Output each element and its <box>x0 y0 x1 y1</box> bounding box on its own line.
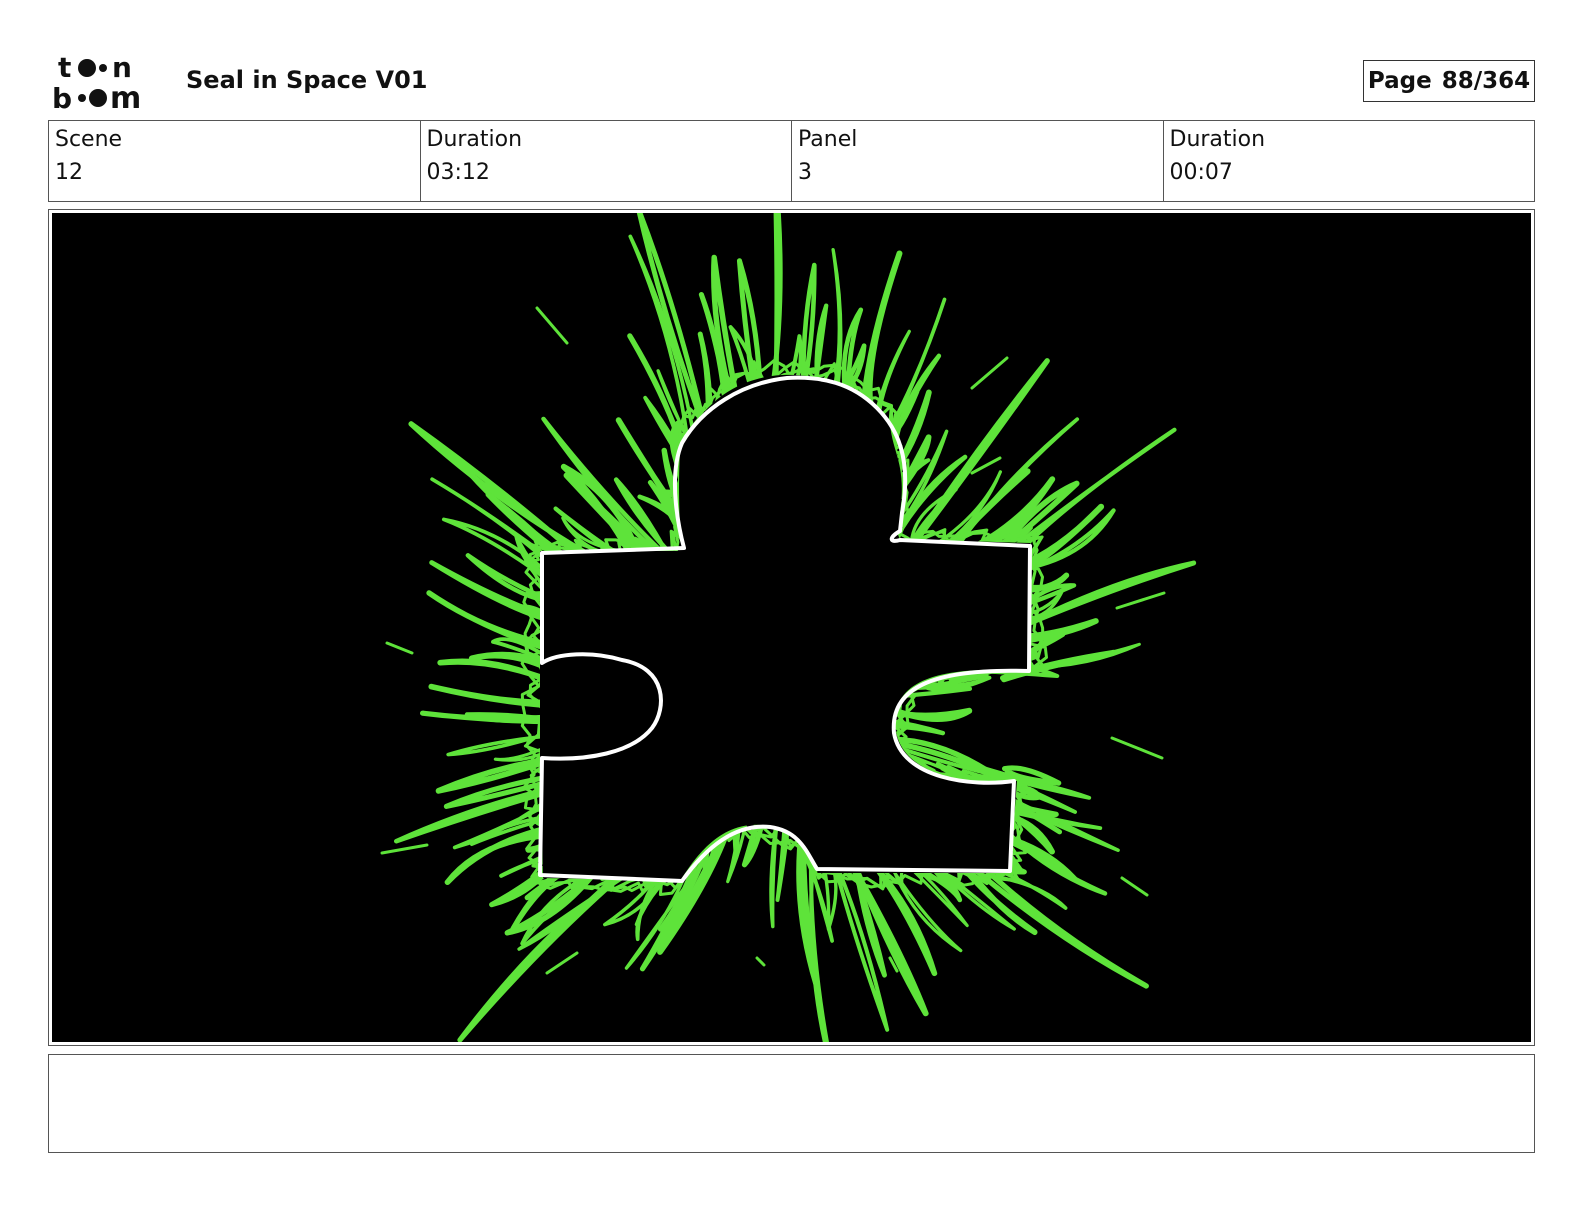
panel-duration-label: Duration <box>1169 127 1266 152</box>
scene-cell: Scene 12 <box>49 121 421 201</box>
glow-dash <box>970 356 1009 390</box>
puzzle-piece-outline <box>540 374 1030 881</box>
panel-notes <box>48 1054 1535 1153</box>
panel-duration-value: 00:07 <box>1169 160 1233 185</box>
glow-dash <box>545 951 579 975</box>
scene-info-table: Scene 12 Duration 03:12 Panel 3 Duration… <box>48 120 1535 202</box>
scene-duration-cell: Duration 03:12 <box>421 121 792 201</box>
glow-dash <box>1110 736 1164 760</box>
storyboard-panel <box>48 209 1535 1046</box>
puzzle-piece-drawing <box>380 213 1197 1042</box>
svg-text:m: m <box>110 81 141 112</box>
toonboom-logo: t n b m <box>52 52 164 112</box>
page-number: 88/364 <box>1441 68 1531 94</box>
scene-label: Scene <box>55 127 123 152</box>
page-indicator: Page 88/364 <box>1363 60 1535 102</box>
panel-label: Panel <box>798 127 858 152</box>
scene-duration-value: 03:12 <box>426 160 490 185</box>
panel-drawing <box>52 213 1531 1042</box>
svg-text:t: t <box>58 52 71 84</box>
svg-text:n: n <box>112 52 132 84</box>
svg-text:b: b <box>52 82 72 112</box>
glow-dash <box>1115 591 1166 610</box>
glow-dash <box>385 641 414 655</box>
glow-stroke <box>769 213 783 398</box>
panel-value: 3 <box>798 160 812 185</box>
toonboom-logo-icon: t n b m <box>52 52 141 112</box>
scene-value: 12 <box>55 160 83 185</box>
glow-dash <box>755 956 766 967</box>
panel-duration-cell: Duration 00:07 <box>1164 121 1535 201</box>
glow-stroke <box>636 213 708 434</box>
scene-duration-label: Duration <box>426 127 523 152</box>
glow-dash <box>1120 876 1149 897</box>
glow-dash <box>380 843 429 855</box>
glow-stroke <box>457 863 636 1042</box>
glow-dash <box>535 306 569 345</box>
panel-cell: Panel 3 <box>792 121 1164 201</box>
page-label: Page <box>1367 68 1432 94</box>
project-title: Seal in Space V01 <box>186 66 428 94</box>
glow-stroke <box>975 865 1149 989</box>
